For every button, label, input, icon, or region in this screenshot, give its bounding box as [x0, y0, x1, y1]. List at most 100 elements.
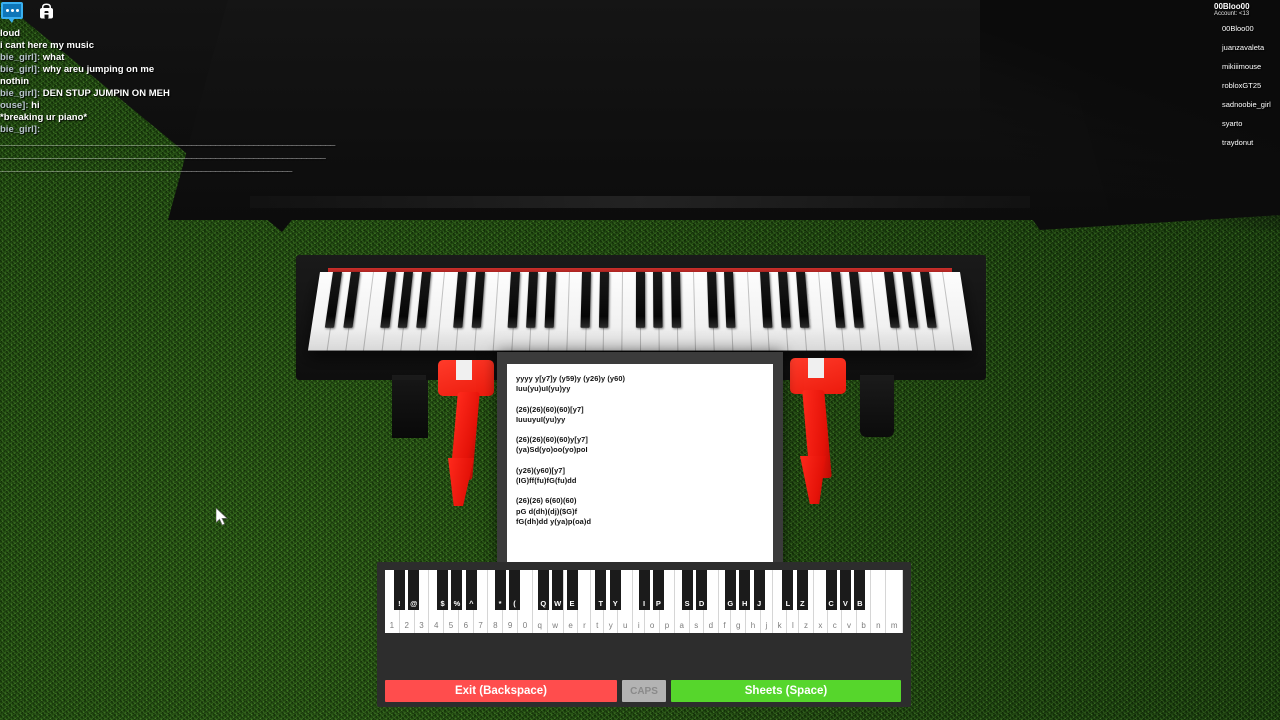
mini-key-label: w	[552, 621, 559, 630]
piano-black-key[interactable]	[671, 272, 682, 328]
piano-white-key[interactable]	[746, 272, 752, 351]
player-list-item[interactable]: syarto	[1200, 114, 1280, 133]
mini-key-label: 5	[448, 621, 454, 630]
mini-key-label: i	[637, 621, 640, 630]
mini-key-black[interactable]: H	[739, 570, 751, 610]
piano-black-key[interactable]	[398, 272, 414, 328]
mini-key-black[interactable]: ^	[465, 570, 477, 610]
piano-ui-panel[interactable]: 1 2 3 4 5 6 7 8 9 0 q w e r t y u i o p a s d f g h j k l z x c v b n m! @ $%…	[377, 562, 911, 707]
piano-white-key[interactable]	[942, 272, 955, 351]
mini-key-black[interactable]: !	[393, 570, 405, 610]
piano-black-key[interactable]	[343, 272, 361, 328]
mini-key-black[interactable]: G	[724, 570, 736, 610]
piano-black-key[interactable]	[598, 272, 609, 328]
mini-key-label: g	[735, 621, 741, 630]
piano-pedal-box	[392, 380, 428, 438]
piano-black-key[interactable]	[724, 272, 736, 328]
piano-black-key[interactable]	[919, 272, 937, 328]
mini-key-black[interactable]: Y	[609, 570, 621, 610]
mini-key-black[interactable]: E	[566, 570, 578, 610]
piano-white-key[interactable]	[871, 272, 881, 351]
sheets-button[interactable]: Sheets (Space)	[671, 680, 901, 702]
piano-white-key[interactable]	[817, 272, 826, 351]
piano-black-key[interactable]	[706, 272, 718, 328]
caps-button[interactable]: CAPS	[622, 680, 666, 702]
player-list-item[interactable]: traydonut	[1200, 133, 1280, 152]
chat-message-text: *breaking ur piano*	[0, 112, 88, 123]
player-list-item[interactable]: mikiiimouse	[1200, 57, 1280, 76]
player-list-header: 00Bloo00 Account: <13	[1200, 0, 1280, 19]
mini-key-black[interactable]: (	[509, 570, 520, 610]
mini-key-white[interactable]: 0	[518, 570, 533, 633]
piano-black-key[interactable]	[544, 272, 556, 328]
piano-keys-3d[interactable]	[307, 272, 973, 351]
mini-key-label: 6	[463, 621, 469, 630]
mini-key-black[interactable]: V	[839, 570, 851, 610]
piano-black-key[interactable]	[884, 272, 901, 328]
player-list-item[interactable]: robloxGT25	[1200, 76, 1280, 95]
mini-key-black[interactable]: S	[681, 570, 693, 610]
piano-black-key[interactable]	[653, 272, 663, 328]
chat-line: bie_girl]: what	[0, 52, 380, 64]
mini-key-black[interactable]: T	[595, 570, 607, 610]
piano-white-key[interactable]	[437, 272, 446, 351]
mini-key-black[interactable]: C	[825, 570, 837, 610]
piano-black-key[interactable]	[471, 272, 485, 328]
mini-key-black[interactable]: *	[494, 570, 506, 610]
piano-black-key[interactable]	[831, 272, 846, 328]
topbar	[0, 0, 120, 24]
mini-key-black[interactable]: Z	[796, 570, 808, 610]
chat-sender-name: bie_girl]:	[0, 52, 43, 63]
piano-black-key[interactable]	[580, 272, 592, 328]
chat-log[interactable]: loud i cant here my music bie_girl]: what…	[0, 28, 380, 175]
piano-black-key[interactable]	[379, 272, 396, 328]
piano-black-key[interactable]	[635, 272, 645, 328]
mini-key-white[interactable]: m	[886, 570, 904, 633]
player-list-item[interactable]: 00Bloo00	[1200, 19, 1280, 38]
piano-white-key[interactable]	[621, 272, 624, 351]
exit-button[interactable]: Exit (Backspace)	[385, 680, 617, 702]
mini-key-label: E	[569, 599, 575, 608]
mini-key-white[interactable]: r	[578, 570, 592, 633]
piano-black-key[interactable]	[452, 272, 467, 328]
piano-white-key[interactable]	[693, 272, 697, 351]
piano-black-key[interactable]	[759, 272, 773, 328]
piano-black-key[interactable]	[795, 272, 809, 328]
piano-black-key[interactable]	[325, 272, 343, 328]
mini-key-label: n	[876, 621, 881, 630]
mini-key-black[interactable]: %	[451, 570, 463, 610]
chat-line: loud	[0, 28, 380, 40]
chat-line: i cant here my music	[0, 40, 380, 52]
piano-black-key[interactable]	[525, 272, 538, 328]
mini-key-black[interactable]: P	[652, 570, 664, 610]
piano-white-key[interactable]	[492, 272, 499, 351]
mini-key-label: C	[828, 599, 834, 608]
mini-key-black[interactable]: I	[638, 570, 650, 610]
piano-black-key[interactable]	[777, 272, 791, 328]
mini-key-black[interactable]: @	[408, 570, 420, 610]
piano-black-key[interactable]	[848, 272, 864, 328]
mini-key-label: r	[583, 621, 586, 630]
mini-key-label: Z	[799, 599, 805, 608]
mini-key-white[interactable]: n	[871, 570, 887, 633]
mini-key-black[interactable]: L	[782, 570, 794, 610]
mini-key-black[interactable]: Q	[537, 570, 549, 610]
backpack-icon[interactable]	[38, 2, 55, 20]
mini-key-label: @	[410, 599, 418, 608]
mini-key-black[interactable]: B	[854, 570, 866, 610]
mini-key-black[interactable]: J	[753, 570, 765, 610]
chat-sender-name: ouse]:	[0, 100, 32, 111]
piano-white-key[interactable]	[566, 272, 570, 351]
piano-black-key[interactable]	[507, 272, 521, 328]
chat-bubble-icon[interactable]	[1, 2, 23, 23]
mini-key-black[interactable]: $	[437, 570, 449, 610]
piano-white-key[interactable]	[363, 272, 375, 351]
player-list-item[interactable]: sadnoobie_girl	[1200, 95, 1280, 114]
piano-black-key[interactable]	[416, 272, 432, 328]
piano-black-key[interactable]	[902, 272, 919, 328]
player-list-item[interactable]: juanzavaleta	[1200, 38, 1280, 57]
mini-key-black[interactable]: W	[552, 570, 564, 610]
piano-mini-keyboard[interactable]: 1 2 3 4 5 6 7 8 9 0 q w e r t y u i o p a s d f g h j k l z x c v b n m! @ $%…	[385, 570, 904, 633]
mini-key-label: s	[694, 621, 699, 630]
mini-key-black[interactable]: D	[696, 570, 708, 610]
